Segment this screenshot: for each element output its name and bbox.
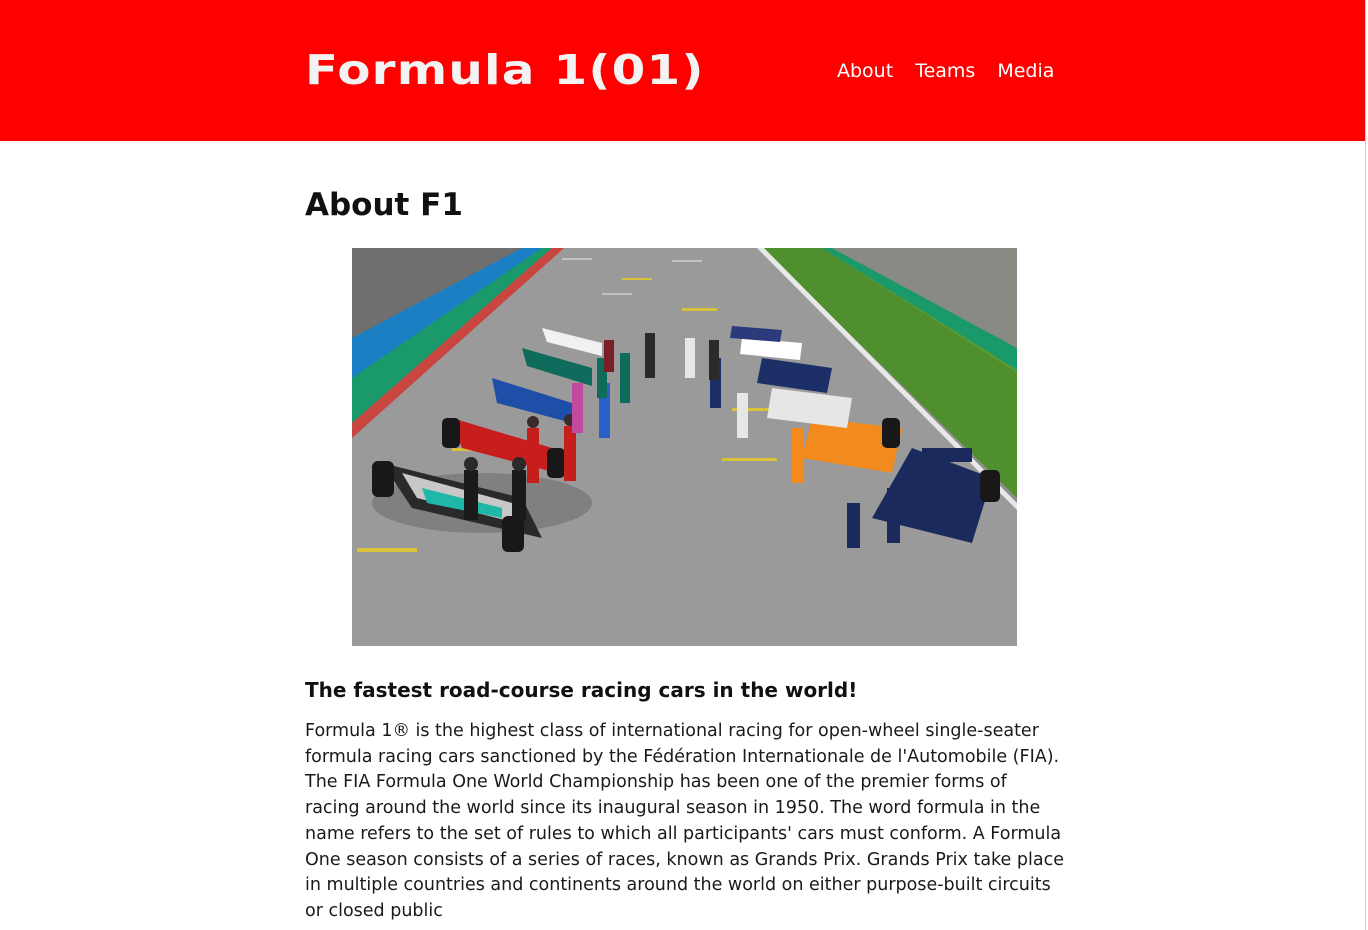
main-nav: About Teams Media: [837, 56, 1054, 86]
site-header: Formula 1(01) About Teams Media: [0, 0, 1365, 141]
section-subtitle: The fastest road-course racing cars in t…: [305, 678, 858, 702]
intro-paragraph: Formula 1® is the highest class of inter…: [305, 721, 1064, 921]
page-title: About F1: [305, 187, 463, 223]
nav-link-about[interactable]: About: [837, 56, 893, 86]
nav-link-media[interactable]: Media: [997, 56, 1054, 86]
page: Formula 1(01) About Teams Media About F1…: [0, 0, 1366, 930]
site-logo[interactable]: Formula 1(01): [305, 38, 705, 102]
nav-link-teams[interactable]: Teams: [915, 56, 975, 86]
grid-photo: [352, 248, 1017, 646]
hero-image: [352, 248, 1017, 646]
